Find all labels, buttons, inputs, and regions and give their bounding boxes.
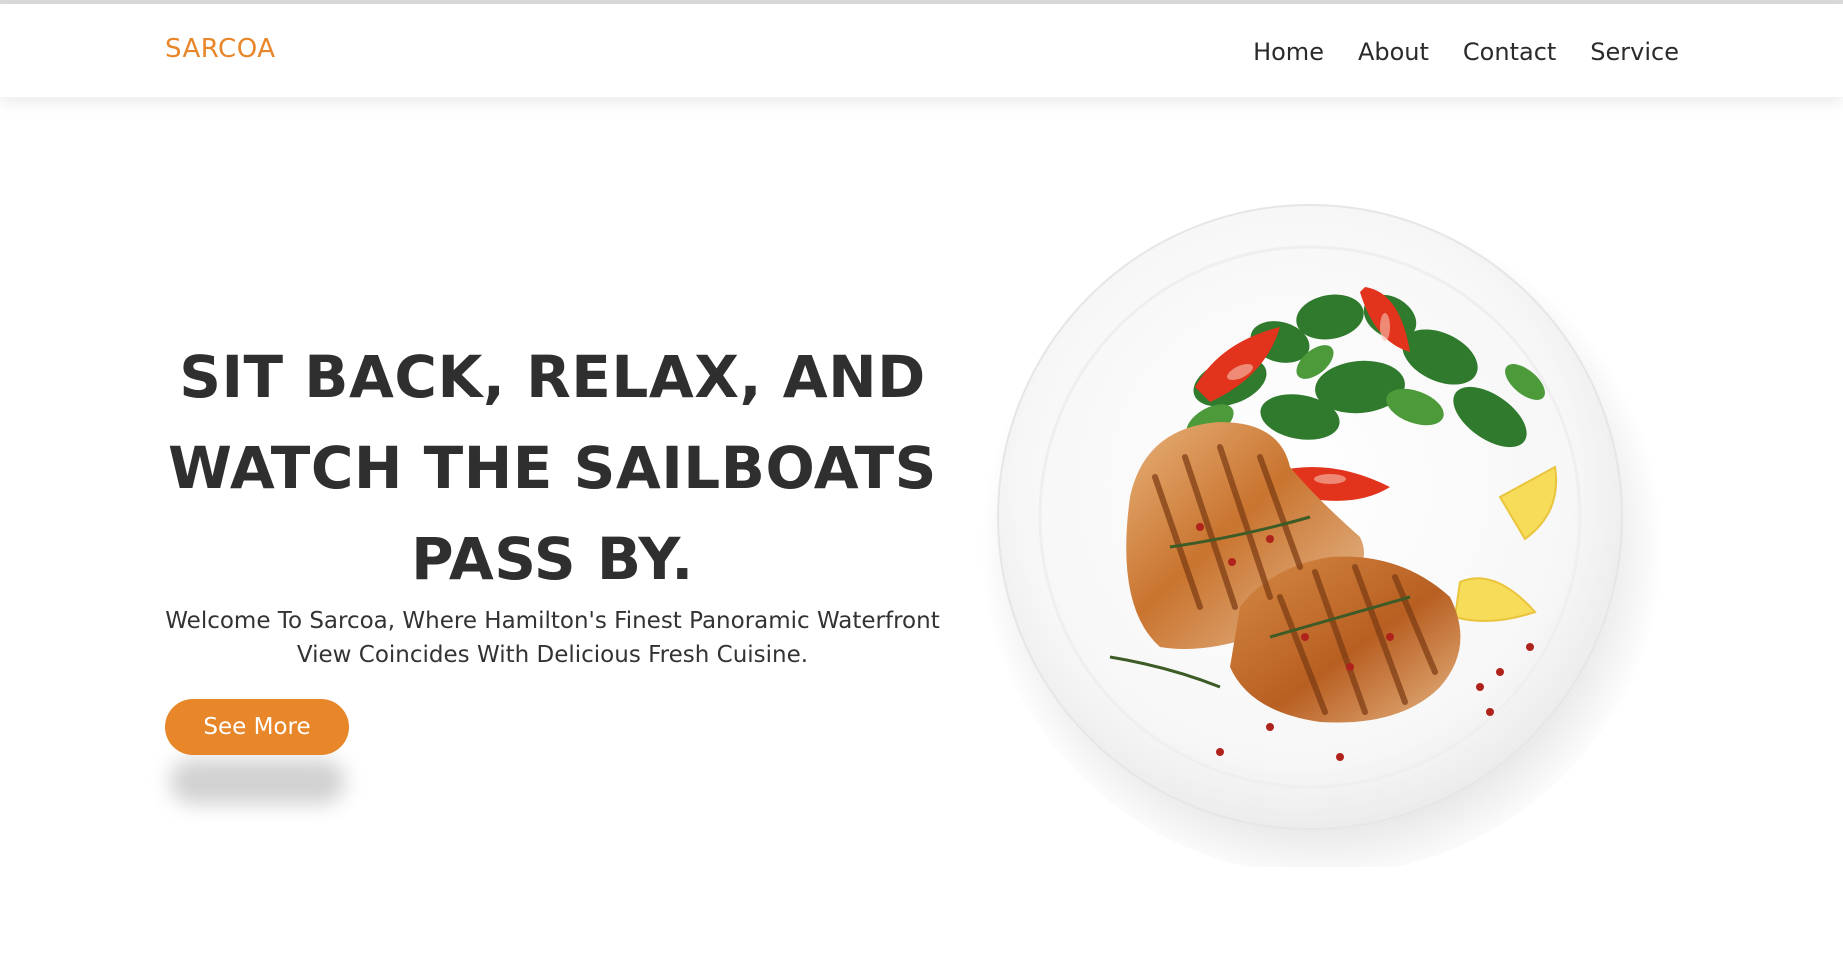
hero-section: SIT BACK, RELAX, AND WATCH THE SAILBOATS… [0,97,1843,964]
hero-subtext-line-2: View Coincides With Delicious Fresh Cuis… [296,642,809,668]
nav-link-about[interactable]: About [1358,38,1429,66]
navbar: SARCOA Home About Contact Service [0,4,1843,97]
nav-link-home[interactable]: Home [1253,38,1324,66]
see-more-button-shadow [170,759,345,804]
hero-headline: SIT BACK, RELAX, AND WATCH THE SAILBOATS… [165,332,940,605]
hero-headline-line-2: WATCH THE SAILBOATS [168,434,937,502]
nav-link-service[interactable]: Service [1590,38,1679,66]
hero-subtext-line-1: Welcome To Sarcoa, Where Hamilton's Fine… [165,608,940,634]
grilled-chicken-plate-image [980,195,1664,867]
hero-subtext: Welcome To Sarcoa, Where Hamilton's Fine… [165,604,940,672]
hero-headline-line-3: PASS BY. [411,525,694,593]
nav-link-contact[interactable]: Contact [1463,38,1556,66]
hero-headline-line-1: SIT BACK, RELAX, AND [179,343,926,411]
see-more-button[interactable]: See More [165,699,349,755]
nav-menu: Home About Contact Service [1253,38,1679,66]
brand-logo[interactable]: SARCOA [165,34,276,64]
